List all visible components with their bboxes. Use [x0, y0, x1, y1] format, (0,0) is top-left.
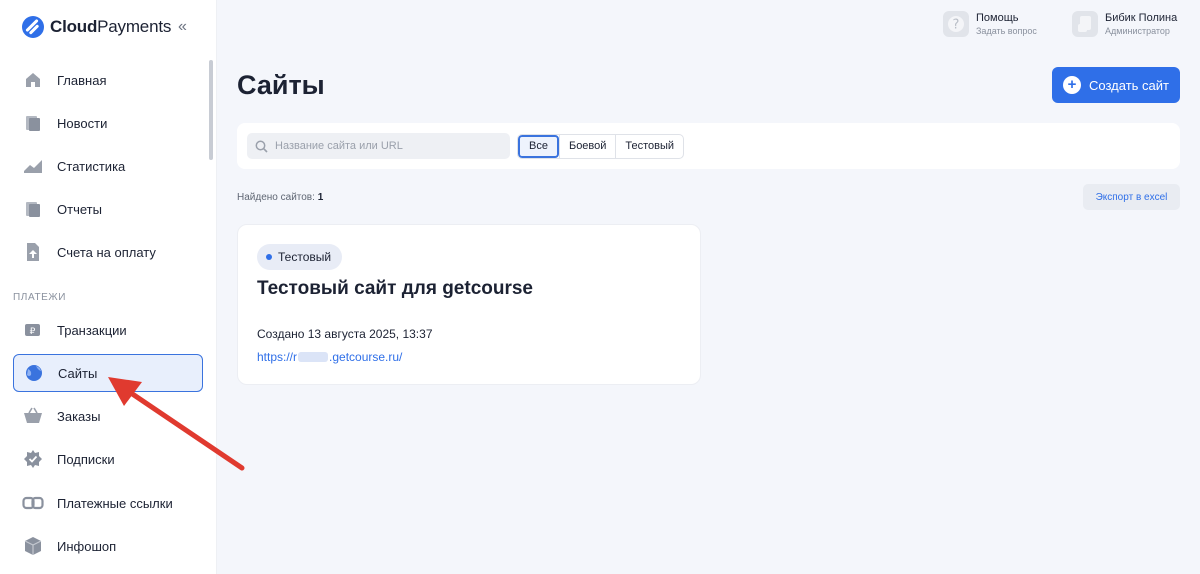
create-site-button[interactable]: + Создать сайт: [1052, 67, 1180, 103]
search-box[interactable]: [247, 133, 510, 159]
export-excel-button[interactable]: Экспорт в excel: [1083, 184, 1180, 210]
search-input[interactable]: [275, 140, 505, 152]
redacted-text: [298, 352, 329, 362]
help-subtitle: Задать вопрос: [976, 25, 1037, 36]
collapse-sidebar-button[interactable]: «: [178, 18, 187, 36]
news-icon: [22, 112, 44, 134]
user-menu[interactable]: Бибик Полина Администратор: [1072, 10, 1177, 38]
site-type-filter: Все Боевой Тестовый: [517, 134, 685, 159]
filter-test[interactable]: Тестовый: [615, 135, 683, 158]
site-url-link[interactable]: https://r .getcourse.ru/: [257, 350, 402, 364]
user-role: Администратор: [1105, 25, 1170, 36]
link-icon: [22, 492, 44, 514]
sidebar-item-label: Новости: [57, 115, 108, 131]
sidebar-item-label: Инфошоп: [57, 538, 117, 554]
sidebar-item-label: Заказы: [57, 408, 101, 424]
svg-text:?: ?: [953, 18, 960, 33]
sidebar-scrollbar[interactable]: [209, 60, 213, 160]
found-label: Найдено сайтов:: [237, 192, 315, 203]
logo-text: CloudPayments: [50, 17, 172, 36]
status-dot-icon: [266, 254, 272, 260]
filter-live[interactable]: Боевой: [558, 135, 615, 158]
site-url-prefix: https://r: [257, 350, 298, 364]
status-badge: Тестовый: [257, 244, 343, 270]
filter-bar: Все Боевой Тестовый: [237, 123, 1180, 169]
stats-icon: [22, 155, 44, 177]
help-menu[interactable]: ? Помощь Задать вопрос: [943, 10, 1037, 38]
home-icon: [22, 69, 44, 91]
sidebar-item-infoshop[interactable]: Инфошоп: [13, 527, 203, 565]
sidebar-item-label: Счета на оплату: [57, 244, 156, 260]
sidebar-item-label: Статистика: [57, 158, 126, 174]
sidebar-item-orders[interactable]: Заказы: [13, 397, 203, 435]
help-icon: ?: [943, 11, 969, 37]
search-icon: [255, 139, 269, 153]
filter-all[interactable]: Все: [518, 135, 559, 158]
avatar: [1072, 11, 1098, 37]
logo[interactable]: CloudPayments: [22, 16, 202, 38]
site-created-date: Создано 13 августа 2025, 13:37: [257, 327, 433, 341]
help-title: Помощь: [976, 11, 1019, 24]
sidebar-item-label: Главная: [57, 72, 107, 88]
sidebar-item-transactions[interactable]: ₽ Транзакции: [13, 311, 203, 349]
invoice-icon: [22, 241, 44, 263]
transactions-icon: ₽: [22, 319, 44, 341]
user-name: Бибик Полина: [1105, 11, 1178, 24]
sidebar-item-label: Отчеты: [57, 201, 102, 217]
reports-icon: [22, 198, 44, 220]
box-icon: [22, 535, 44, 557]
site-title: Тестовый сайт для getcourse: [257, 278, 534, 299]
sites-found-count: Найдено сайтов: 1: [237, 192, 323, 203]
sidebar-item-reports[interactable]: Отчеты: [13, 190, 203, 228]
basket-icon: [22, 405, 44, 427]
section-label-payments: ПЛАТЕЖИ: [13, 292, 67, 303]
sidebar-item-label: Транзакции: [57, 322, 127, 338]
cloudpayments-logo-icon: [22, 16, 44, 38]
sidebar-item-payment-links[interactable]: Платежные ссылки: [13, 484, 203, 522]
sidebar-item-news[interactable]: Новости: [13, 104, 203, 142]
sidebar-item-statistics[interactable]: Статистика: [13, 147, 203, 185]
sidebar-item-invoices[interactable]: Счета на оплату: [13, 233, 203, 271]
sidebar: CloudPayments « Главная Новости Статисти…: [0, 0, 217, 574]
sites-icon: [23, 362, 45, 384]
found-number: 1: [317, 192, 324, 203]
sidebar-item-label: Сайты: [58, 365, 98, 381]
sidebar-item-home[interactable]: Главная: [13, 61, 203, 99]
status-badge-label: Тестовый: [278, 250, 332, 264]
subscriptions-icon: [22, 448, 44, 470]
sidebar-item-subscriptions[interactable]: Подписки: [13, 440, 203, 478]
svg-text:₽: ₽: [30, 327, 36, 337]
sidebar-item-label: Платежные ссылки: [57, 495, 173, 511]
plus-icon: +: [1063, 76, 1082, 94]
site-url-suffix: .getcourse.ru/: [329, 350, 403, 364]
create-site-label: Создать сайт: [1089, 77, 1169, 93]
sidebar-item-label: Подписки: [57, 451, 115, 467]
site-card[interactable]: Тестовый Тестовый сайт для getcourse Соз…: [237, 224, 701, 385]
sidebar-item-sites[interactable]: Сайты: [13, 354, 203, 392]
page-title: Сайты: [237, 70, 325, 100]
